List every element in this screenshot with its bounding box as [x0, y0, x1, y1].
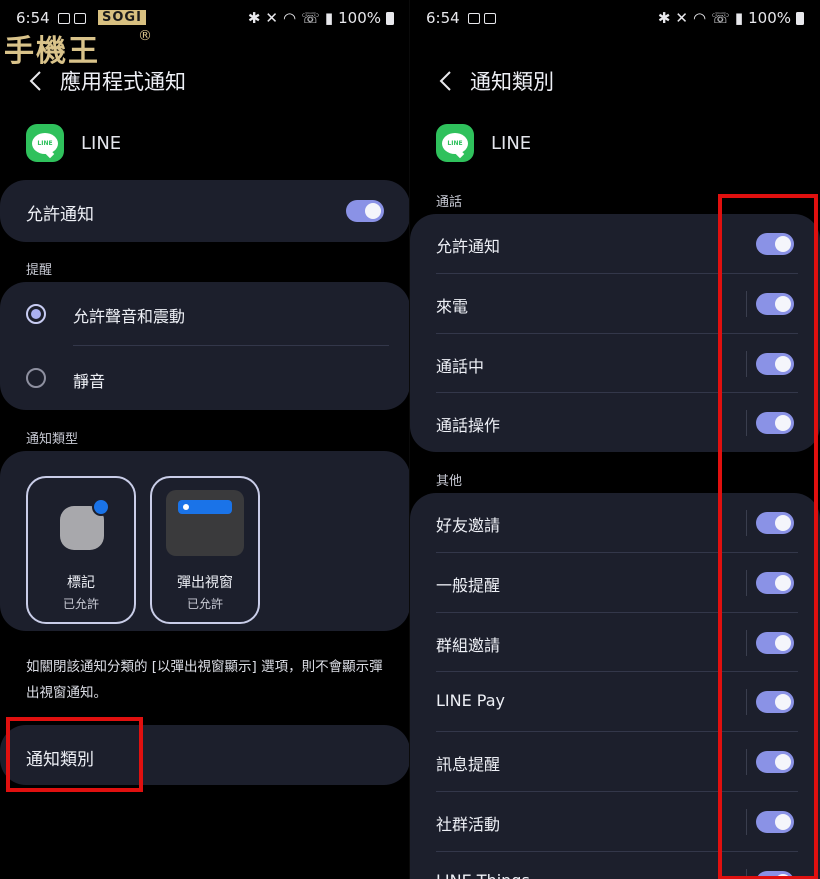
wifi-call-icon: ☏ — [711, 9, 730, 27]
section-label-other: 其他 — [436, 474, 463, 489]
signal-icon: ▮ — [324, 9, 334, 27]
category-label: LINE Pay — [436, 691, 505, 711]
category-label: 通話中 — [436, 356, 485, 376]
battery-icon — [796, 11, 804, 25]
highlight-box-category — [6, 717, 143, 792]
radio-silent[interactable] — [26, 368, 46, 388]
app-identity: LINE LINE — [436, 124, 531, 162]
highlight-box-toggles — [718, 194, 818, 879]
page-title: 應用程式通知 — [60, 70, 186, 94]
tile-popup-status: 已允許 — [186, 597, 223, 611]
radio-sound-vibrate[interactable] — [26, 304, 46, 324]
category-label: 訊息提醒 — [436, 755, 501, 775]
watermark-registered: ® — [138, 28, 152, 44]
signal-icon: ▮ — [734, 9, 744, 27]
section-label-call: 通話 — [436, 195, 463, 210]
watermark-sogi: SOGI — [98, 10, 146, 25]
battery-percent: 100% — [748, 9, 791, 27]
wifi-icon: ◠ — [692, 9, 707, 27]
app-name: LINE — [81, 132, 122, 154]
line-logo-text: LINE — [442, 132, 468, 154]
option-label: 靜音 — [73, 372, 106, 391]
wifi-call-icon: ☏ — [301, 9, 320, 27]
battery-icon — [386, 11, 394, 25]
battery-percent: 100% — [338, 9, 381, 27]
line-logo-text: LINE — [32, 132, 58, 154]
category-label: 允許通知 — [436, 237, 501, 256]
page-header: 通知類別 — [432, 62, 554, 100]
popup-info-text: 如關閉該通知分類的 [以彈出視窗顯示] 選項，則不會顯示彈出視窗通知。 — [26, 659, 383, 701]
allow-notifications-label: 允許通知 — [26, 205, 94, 225]
tile-popup[interactable]: 彈出視窗 已允許 — [150, 476, 260, 624]
status-bar: 6:54 ✱ ✕ ◠ ☏ ▮ 100% — [426, 8, 804, 28]
app-identity: LINE LINE — [26, 124, 121, 162]
category-label: LINE Things — [436, 871, 530, 879]
wifi-icon: ◠ — [282, 9, 297, 27]
allow-notifications-row[interactable]: 允許通知 — [0, 180, 410, 242]
bluetooth-icon: ✱ — [657, 9, 671, 27]
tile-badge-status: 已允許 — [62, 597, 99, 611]
tile-popup-name: 彈出視窗 — [177, 575, 233, 591]
reminder-options-card: 允許聲音和震動 靜音 — [0, 282, 410, 410]
notification-type-card: 標記 已允許 彈出視窗 已允許 — [0, 451, 410, 631]
category-label: 一般提醒 — [436, 575, 501, 595]
notification-icon — [483, 12, 496, 24]
right-screen: 6:54 ✱ ✕ ◠ ☏ ▮ 100% 通知類別 LINE LINE 通話 允許… — [410, 0, 820, 879]
popup-dot-icon — [183, 504, 189, 510]
category-label: 來電 — [436, 296, 469, 316]
page-header: 應用程式通知 — [22, 62, 186, 100]
mute-icon: ✕ — [675, 9, 688, 27]
tile-badge[interactable]: 標記 已允許 — [26, 476, 136, 624]
page-title: 通知類別 — [470, 70, 554, 94]
tile-badge-name: 標記 — [67, 575, 95, 591]
status-time: 6:54 — [426, 9, 460, 27]
back-arrow-icon[interactable] — [22, 68, 48, 94]
allow-notifications-toggle[interactable] — [346, 200, 384, 222]
bluetooth-icon: ✱ — [247, 9, 261, 27]
line-app-icon: LINE — [436, 124, 474, 162]
category-label: 群組邀請 — [436, 635, 501, 655]
section-label-type: 通知類型 — [26, 432, 79, 447]
app-name: LINE — [491, 132, 532, 154]
mute-icon: ✕ — [265, 9, 278, 27]
category-label: 社群活動 — [436, 815, 501, 834]
category-label: 好友邀請 — [436, 516, 501, 535]
gallery-icon — [467, 12, 480, 24]
category-label: 通話操作 — [436, 416, 501, 436]
back-arrow-icon[interactable] — [432, 68, 458, 94]
left-screen: 6:54 ✱ ✕ ◠ ☏ ▮ 100% SOGI 手機王 ® 應用程式通知 LI… — [0, 0, 410, 879]
option-sound-vibrate[interactable]: 允許聲音和震動 — [0, 282, 410, 346]
option-silent[interactable]: 靜音 — [0, 346, 410, 410]
line-app-icon: LINE — [26, 124, 64, 162]
section-label-reminder: 提醒 — [26, 263, 53, 278]
option-label: 允許聲音和震動 — [73, 307, 186, 326]
badge-dot-icon — [92, 498, 110, 516]
